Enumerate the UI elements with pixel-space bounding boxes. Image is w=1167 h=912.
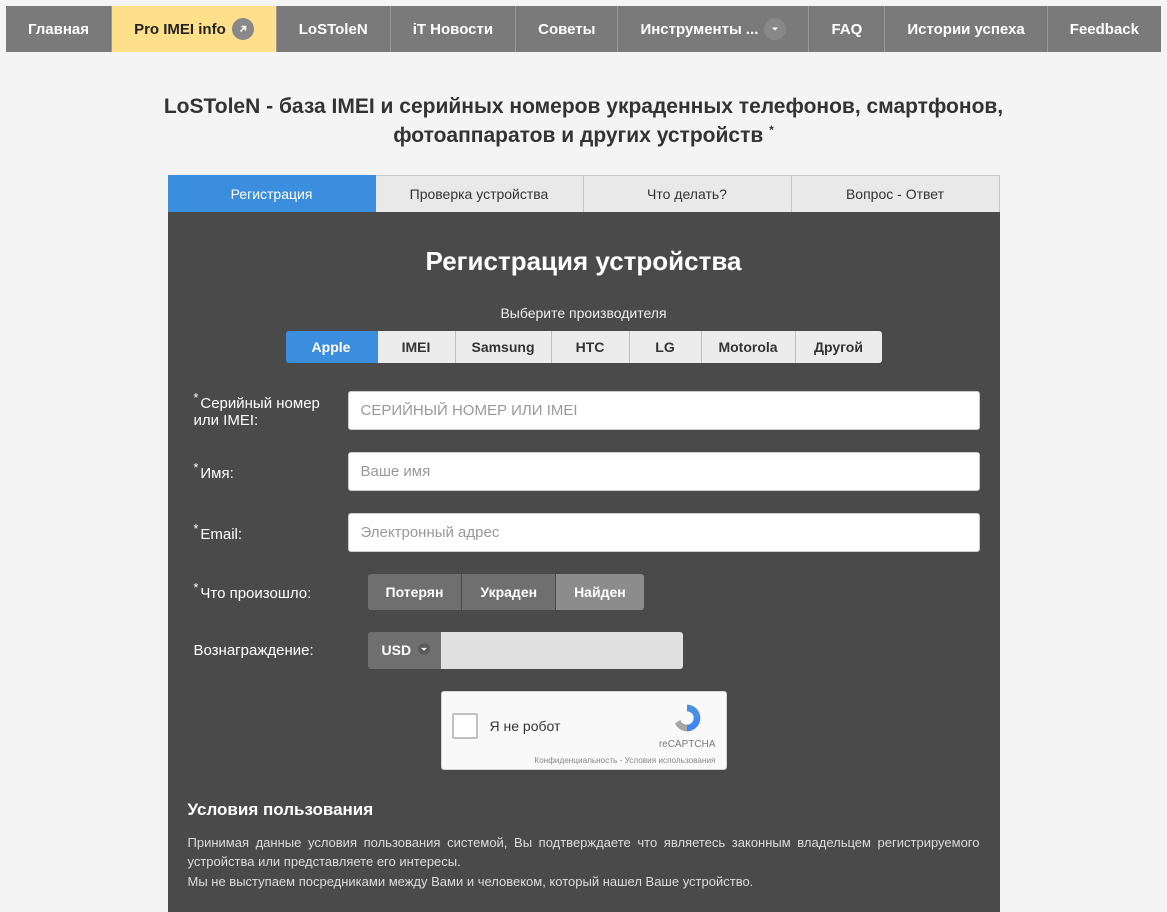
terms-heading: Условия пользования [188,800,980,820]
mfg-samsung[interactable]: Samsung [456,331,552,363]
top-nav: Главная Pro IMEI info LoSToleN iT Новост… [6,6,1161,52]
tab-what-to-do[interactable]: Что делать? [584,175,792,212]
tab-register[interactable]: Регистрация [168,175,376,212]
tab-qa[interactable]: Вопрос - Ответ [792,175,1000,212]
external-link-icon [232,18,254,40]
nav-item-tips[interactable]: Советы [516,6,618,52]
nav-item-faq[interactable]: FAQ [809,6,885,52]
label-incident: *Что произошло: [188,581,368,602]
recaptcha-icon [659,702,716,737]
nav-item-success[interactable]: Истории успеха [885,6,1047,52]
recaptcha-brand: reCAPTCHA [659,739,716,750]
label-email: *Email: [188,522,348,543]
recaptcha-widget: Я не робот reCAPTCHA Конфиденциальность … [441,691,727,770]
footnote-icon: * [769,123,774,137]
recaptcha-label: Я не робот [490,718,561,734]
nav-item-tools[interactable]: Инструменты ... [618,6,809,52]
recaptcha-checkbox[interactable] [452,713,478,739]
label-reward: Вознаграждение: [188,642,368,659]
incident-found[interactable]: Найден [556,574,644,610]
nav-item-lostolen[interactable]: LoSToleN [277,6,391,52]
label-name: *Имя: [188,461,348,482]
nav-item-it-news[interactable]: iT Новости [391,6,516,52]
manufacturer-selector: Apple IMEI Samsung HTC LG Motorola Друго… [188,331,980,363]
chevron-down-icon [417,642,431,659]
recaptcha-footer: Конфиденциальность - Условия использован… [452,756,716,765]
terms-text: Принимая данные условия пользования сист… [188,834,980,893]
serial-input[interactable] [348,391,980,430]
mfg-imei[interactable]: IMEI [378,331,456,363]
currency-select[interactable]: USD [368,632,442,669]
nav-item-home[interactable]: Главная [6,6,112,52]
label-serial: *Серийный номер или IMEI: [188,391,348,429]
manufacturer-label: Выберите производителя [188,305,980,321]
email-input[interactable] [348,513,980,552]
name-input[interactable] [348,452,980,491]
register-panel: Регистрация устройства Выберите производ… [168,212,1000,912]
incident-stolen[interactable]: Украден [462,574,555,610]
panel-tabs: Регистрация Проверка устройства Что дела… [168,175,1000,212]
panel-title: Регистрация устройства [188,246,980,277]
mfg-lg[interactable]: LG [630,331,702,363]
mfg-motorola[interactable]: Motorola [702,331,796,363]
page-title: LoSToleN - база IMEI и серийных номеров … [134,92,1034,151]
mfg-other[interactable]: Другой [796,331,882,363]
reward-input[interactable] [441,632,683,669]
nav-item-feedback[interactable]: Feedback [1048,6,1161,52]
tab-check[interactable]: Проверка устройства [376,175,584,212]
incident-lost[interactable]: Потерян [368,574,462,610]
mfg-htc[interactable]: HTC [552,331,630,363]
nav-item-pro-imei[interactable]: Pro IMEI info [112,6,277,52]
mfg-apple[interactable]: Apple [286,331,378,363]
chevron-down-icon [764,18,786,40]
